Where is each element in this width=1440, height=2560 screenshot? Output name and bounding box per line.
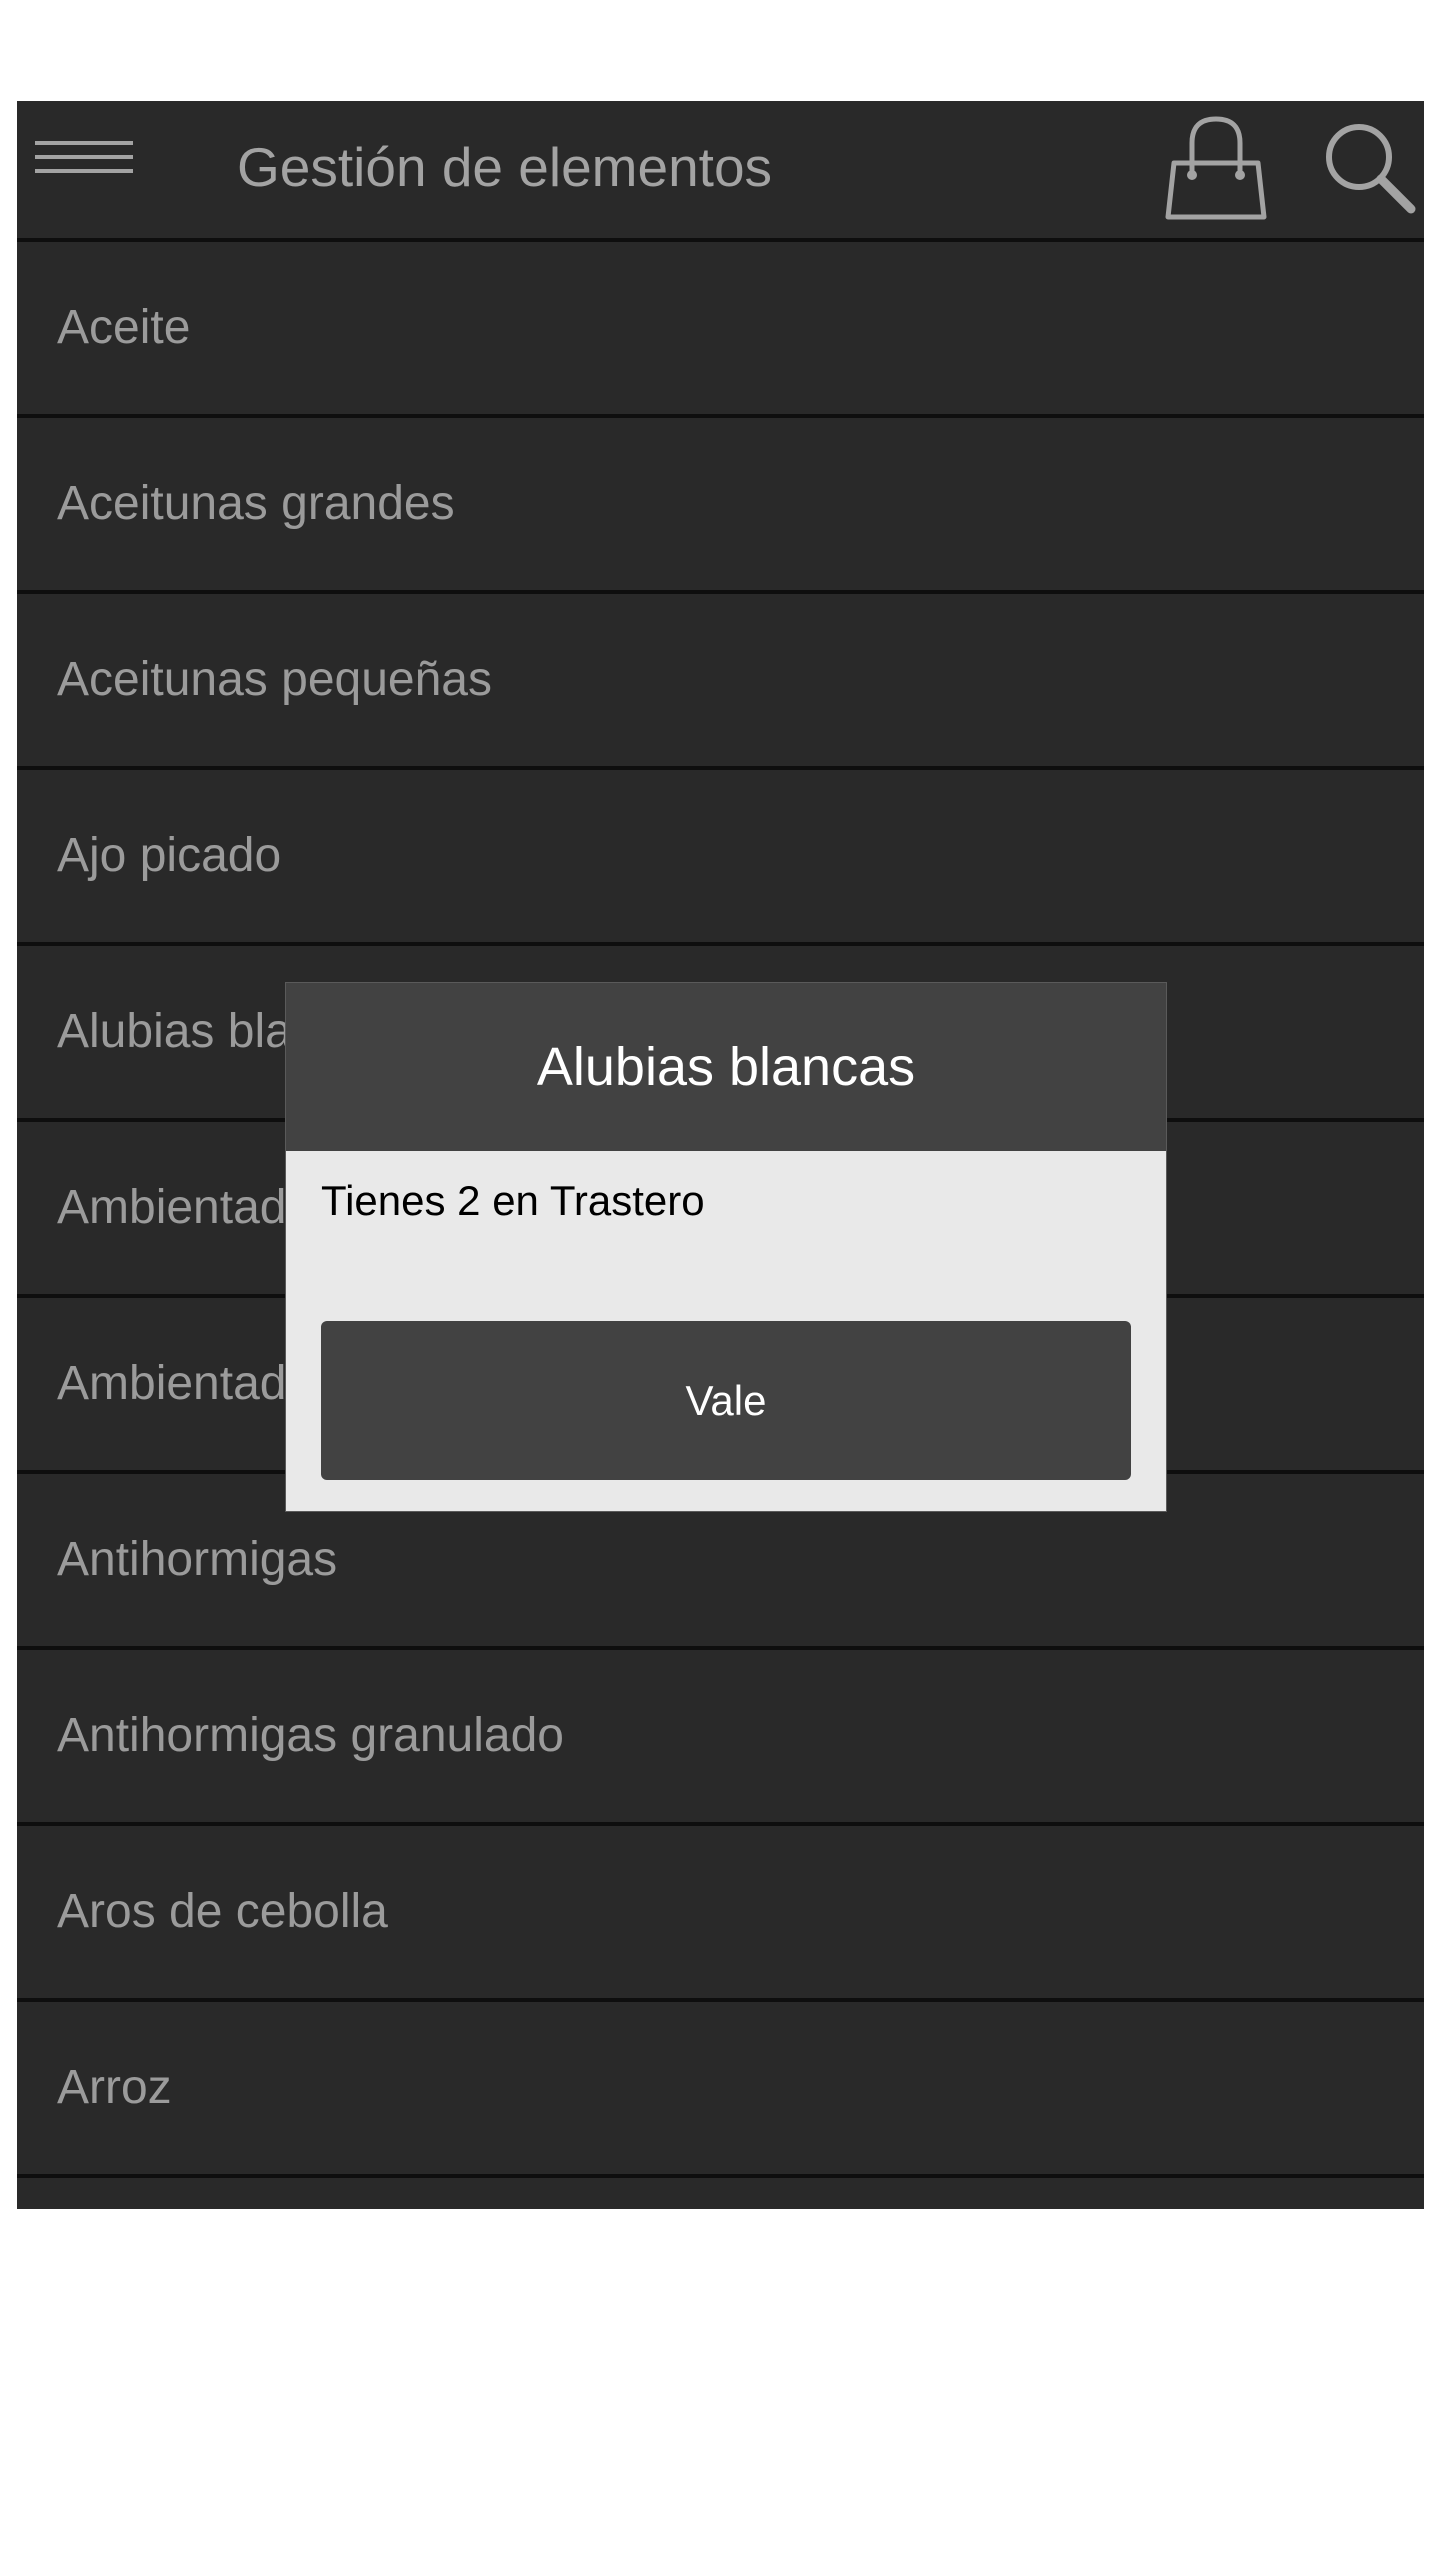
list-item[interactable]: Aceitunas pequeñas (17, 594, 1424, 770)
list-item[interactable]: Antihormigas granulado (17, 1650, 1424, 1826)
list-item-label: Arroz (57, 2061, 172, 2114)
list-item-label: Ajo picado (57, 829, 282, 882)
list-item-label: Aceitunas grandes (57, 477, 455, 530)
ok-button[interactable]: Vale (321, 1321, 1131, 1480)
search-icon[interactable] (1317, 115, 1424, 225)
hamburger-menu-icon[interactable] (35, 141, 133, 189)
list-item-label: Aros de cebolla (57, 1885, 388, 1938)
list-item-label: Aceite (57, 301, 191, 354)
list-item[interactable] (17, 2178, 1424, 2209)
list-item[interactable]: Arroz (17, 2002, 1424, 2178)
list-item[interactable]: Aros de cebolla (17, 1826, 1424, 2002)
dialog-message: Tienes 2 en Trastero (321, 1177, 705, 1224)
list-item[interactable]: Aceitunas grandes (17, 418, 1424, 594)
list-item-label: Aceitunas pequeñas (57, 653, 492, 706)
list-item-label: Antihormigas granulado (57, 1709, 564, 1762)
info-dialog: Alubias blancas Tienes 2 en Trastero Val… (285, 982, 1167, 1512)
list-item[interactable]: Ajo picado (17, 770, 1424, 946)
page-title: Gestión de elementos (237, 136, 773, 198)
dialog-header: Alubias blancas (286, 983, 1166, 1151)
list-item[interactable]: Aceite (17, 242, 1424, 418)
shopping-bag-icon[interactable] (1162, 109, 1282, 229)
app-header: Gestión de elementos (17, 101, 1424, 238)
dialog-title: Alubias blancas (536, 1037, 916, 1097)
